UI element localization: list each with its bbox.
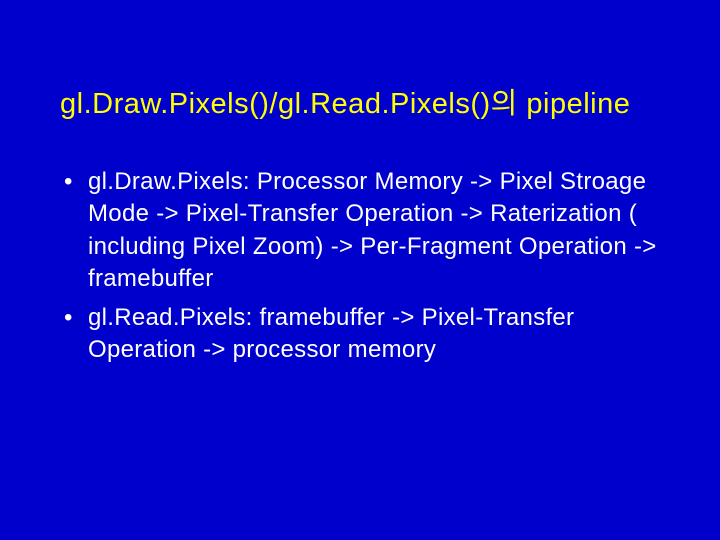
bullet-list: gl.Draw.Pixels: Processor Memory -> Pixe…: [60, 166, 660, 366]
list-item: gl.Draw.Pixels: Processor Memory -> Pixe…: [88, 166, 660, 296]
slide: gl.Draw.Pixels()/gl.Read.Pixels()의 pipel…: [0, 0, 720, 540]
slide-title: gl.Draw.Pixels()/gl.Read.Pixels()의 pipel…: [60, 80, 660, 122]
list-item: gl.Read.Pixels: framebuffer -> Pixel-Tra…: [88, 302, 660, 367]
